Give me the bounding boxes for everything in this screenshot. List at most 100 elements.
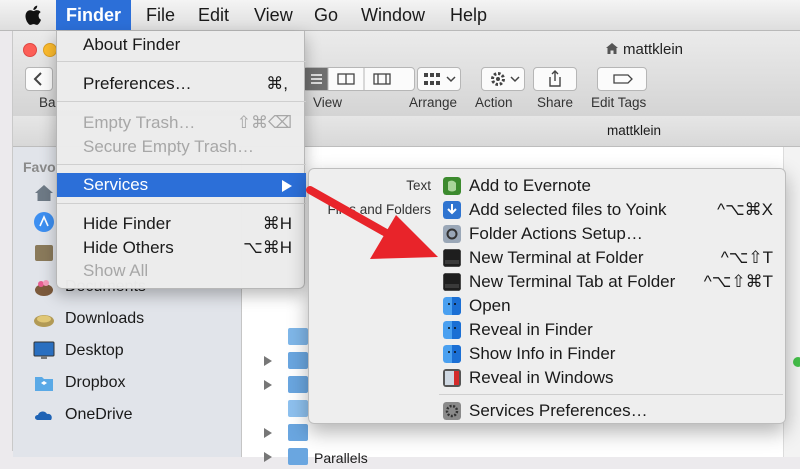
- folder-icon: [288, 352, 308, 369]
- menubar-finder[interactable]: Finder: [56, 0, 132, 30]
- menu-item-shortcut: ⇧⌘⌫: [236, 113, 292, 132]
- gear-icon: [491, 72, 520, 86]
- menu-item-hide-others[interactable]: Hide Others ⌥⌘H: [57, 236, 306, 260]
- home-icon[interactable]: [33, 183, 55, 203]
- folder-icon: [288, 424, 308, 441]
- submenu-arrow-icon: [282, 180, 292, 192]
- menu-item-shortcut: ⌥⌘H: [243, 238, 292, 257]
- menu-item-label: Secure Empty Trash…: [83, 137, 255, 156]
- menu-item-preferences[interactable]: Preferences… ⌘,: [57, 72, 306, 96]
- finder-icon: [443, 345, 461, 363]
- arrange-icon: [424, 73, 456, 85]
- sidebar-item-label: OneDrive: [65, 406, 133, 423]
- disclosure-triangle-icon[interactable]: [264, 452, 272, 462]
- service-label: Reveal in Finder: [469, 320, 593, 339]
- menu-separator: [57, 203, 306, 204]
- desktop-icon: [33, 341, 55, 359]
- share-icon: [549, 70, 561, 87]
- menu-item-services[interactable]: Services: [57, 173, 306, 197]
- action-button[interactable]: [481, 67, 525, 91]
- table-row[interactable]: [242, 421, 800, 445]
- menubar-window[interactable]: Window: [351, 0, 435, 30]
- folder-icon: [288, 376, 308, 393]
- service-open[interactable]: Open: [439, 294, 783, 318]
- menu-item-label: About Finder: [83, 35, 181, 54]
- service-shortcut: ^⌥⌘X: [717, 200, 773, 219]
- service-services-preferences[interactable]: Services Preferences…: [439, 399, 783, 423]
- menu-item-about-finder[interactable]: About Finder: [57, 33, 306, 57]
- disclosure-triangle-icon[interactable]: [264, 380, 272, 390]
- window-minimize-button[interactable]: [43, 43, 57, 57]
- window-close-button[interactable]: [23, 43, 37, 57]
- service-label: New Terminal Tab at Folder: [469, 272, 676, 291]
- file-name[interactable]: Parallels: [314, 450, 368, 466]
- menu-item-label: Empty Trash…: [83, 113, 196, 132]
- menu-item-empty-trash[interactable]: Empty Trash… ⇧⌘⌫: [57, 111, 306, 135]
- window-title-text: mattklein: [623, 41, 684, 58]
- menu-item-label: Hide Others: [83, 238, 174, 257]
- folder-icon: [288, 448, 308, 465]
- service-new-terminal-at-folder[interactable]: New Terminal at Folder ^⌥⇧T: [439, 246, 783, 270]
- menubar-help[interactable]: Help: [440, 0, 497, 30]
- finder-menu: About Finder Preferences… ⌘, Empty Trash…: [56, 31, 306, 289]
- menu-item-show-all[interactable]: Show All: [57, 259, 306, 283]
- dropbox-icon: [35, 377, 53, 391]
- service-shortcut: ^⌥⇧T: [720, 248, 773, 267]
- menubar-view[interactable]: View: [244, 0, 303, 30]
- service-label: Reveal in Windows: [469, 368, 614, 387]
- folder-actions-icon: [443, 225, 461, 243]
- finder-icon: [443, 297, 461, 315]
- service-label: Open: [469, 296, 511, 315]
- apple-icon[interactable]: [24, 4, 44, 26]
- service-reveal-in-windows[interactable]: Reveal in Windows: [439, 366, 783, 390]
- service-reveal-in-finder[interactable]: Reveal in Finder: [439, 318, 783, 342]
- menubar-go[interactable]: Go: [304, 0, 348, 30]
- chevron-left-icon: [33, 72, 42, 86]
- disclosure-triangle-icon[interactable]: [264, 356, 272, 366]
- menu-item-label: Preferences…: [83, 74, 192, 93]
- folder-icon: [288, 328, 308, 345]
- evernote-icon: [443, 177, 461, 195]
- menu-item-hide-finder[interactable]: Hide Finder ⌘H: [57, 212, 306, 236]
- sidebar-item-label: Dropbox: [65, 374, 126, 391]
- service-label: Show Info in Finder: [469, 344, 616, 363]
- menu-separator: [57, 61, 306, 62]
- sidebar-item-label: Downloads: [65, 310, 145, 327]
- service-folder-actions-setup[interactable]: Folder Actions Setup…: [439, 222, 783, 246]
- downloads-icon: [34, 315, 54, 327]
- menu-item-shortcut: ⌘H: [262, 214, 292, 233]
- arrange-button[interactable]: [417, 67, 461, 91]
- view-mode-segmented[interactable]: [303, 67, 415, 91]
- menubar-file[interactable]: File: [136, 0, 185, 30]
- menu-separator: [57, 101, 306, 102]
- back-label: Ba: [39, 95, 56, 110]
- edit-tags-button[interactable]: [597, 67, 647, 91]
- menu-separator: [439, 394, 783, 395]
- services-category-text: Text: [406, 178, 431, 193]
- disclosure-triangle-icon[interactable]: [264, 428, 272, 438]
- service-label: New Terminal at Folder: [469, 248, 644, 267]
- share-button[interactable]: [533, 67, 577, 91]
- menu-item-label: Show All: [83, 261, 149, 280]
- service-show-info-in-finder[interactable]: Show Info in Finder: [439, 342, 783, 366]
- documents-icon: [35, 280, 53, 296]
- service-new-terminal-tab-at-folder[interactable]: New Terminal Tab at Folder ^⌥⇧⌘T: [439, 270, 783, 294]
- menu-item-shortcut: ⌘,: [266, 74, 288, 93]
- services-submenu: Text Files and Folders Add to Evernote A…: [308, 168, 786, 424]
- onedrive-icon: [35, 411, 52, 420]
- path-title: mattklein: [607, 123, 662, 138]
- menu-item-label: Hide Finder: [83, 214, 171, 233]
- gear-icon: [443, 402, 461, 420]
- yoink-icon: [443, 201, 461, 219]
- drive-icon[interactable]: [33, 243, 55, 263]
- service-label: Add to Evernote: [469, 176, 591, 195]
- finder-icon: [443, 321, 461, 339]
- service-add-selected-files-to-yoink[interactable]: Add selected files to Yoink ^⌥⌘X: [439, 198, 783, 222]
- share-label: Share: [537, 95, 574, 110]
- menu-item-secure-empty-trash[interactable]: Secure Empty Trash…: [57, 135, 306, 159]
- applications-icon[interactable]: [33, 211, 55, 233]
- folder-icon: [288, 400, 308, 417]
- service-add-to-evernote[interactable]: Add to Evernote: [439, 174, 783, 198]
- menubar-edit[interactable]: Edit: [188, 0, 239, 30]
- back-button[interactable]: [25, 67, 53, 91]
